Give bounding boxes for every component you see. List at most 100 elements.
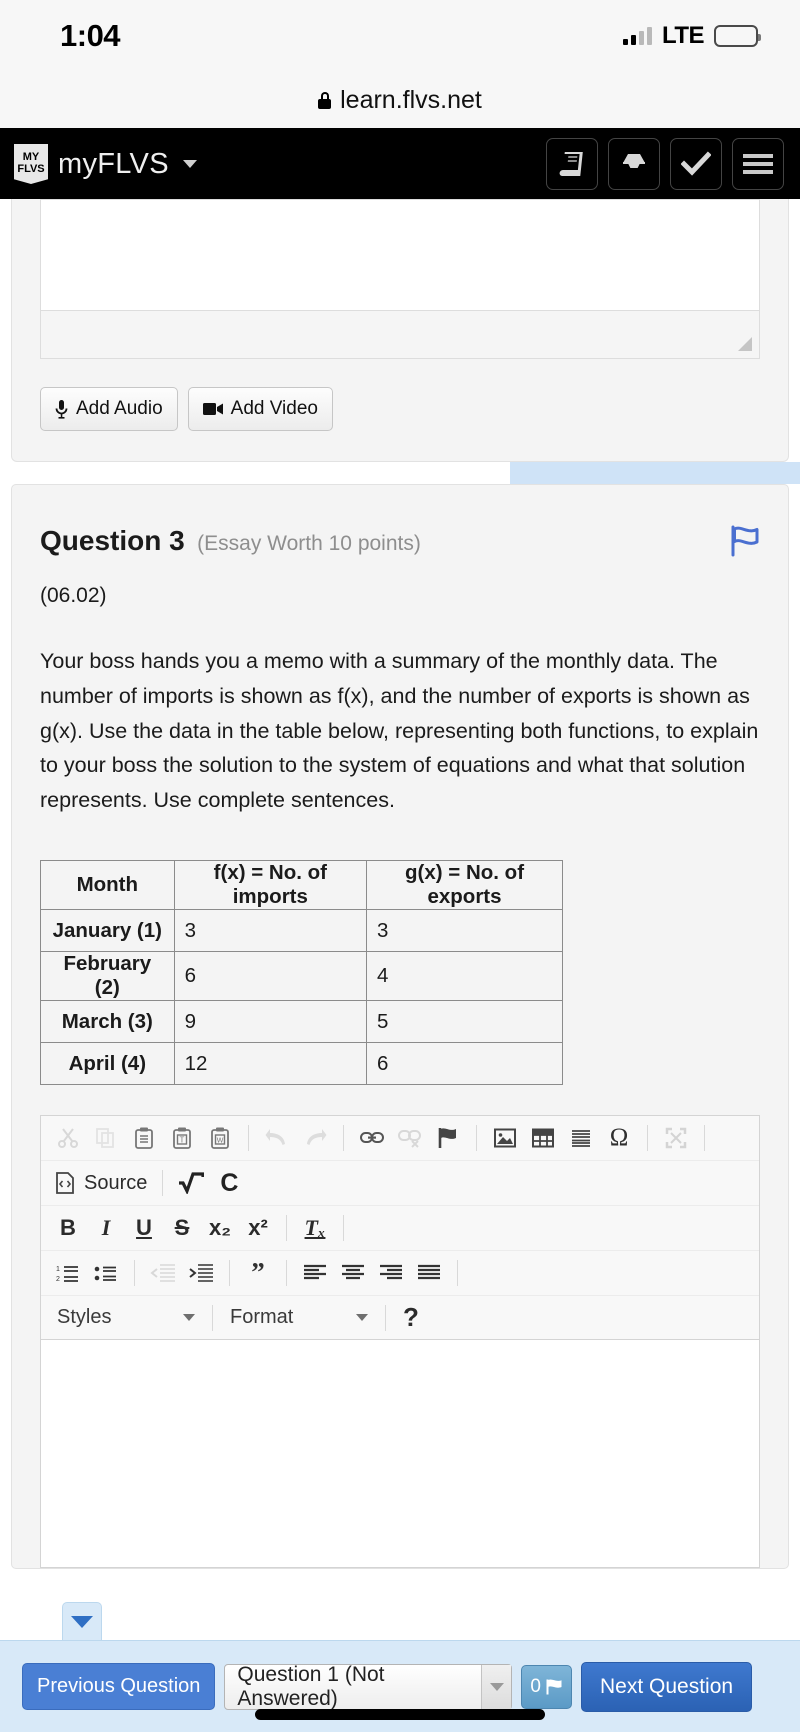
microphone-icon — [55, 399, 68, 419]
remove-format-icon[interactable]: Tₓ — [298, 1212, 332, 1244]
remove-format-label: Tₓ — [304, 1215, 326, 1241]
chemistry-icon[interactable]: C — [212, 1167, 246, 1199]
copy-icon[interactable] — [89, 1122, 123, 1154]
styles-label: Styles — [57, 1306, 112, 1329]
question-card: Question 3 (Essay Worth 10 points) (06.0… — [11, 484, 789, 1570]
table-cell-month: March (3) — [40, 1000, 175, 1044]
signal-bars-icon — [622, 27, 652, 45]
decrease-indent-icon[interactable] — [146, 1257, 180, 1289]
paste-as-plain-text-icon[interactable]: T — [165, 1122, 199, 1154]
question-code: (06.02) — [40, 584, 107, 607]
home-indicator — [255, 1709, 545, 1720]
table-row: January (1) 3 3 — [40, 909, 563, 953]
bold-icon[interactable]: B — [51, 1212, 85, 1244]
add-audio-button[interactable]: Add Audio — [40, 387, 178, 431]
lock-icon — [318, 91, 332, 109]
chevron-down-icon[interactable] — [182, 160, 197, 168]
hamburger-menu-icon[interactable] — [732, 138, 784, 190]
underline-icon[interactable]: U — [127, 1212, 161, 1244]
editor-body[interactable] — [41, 1339, 759, 1568]
check-icon[interactable] — [670, 138, 722, 190]
special-character-icon[interactable]: Ω — [602, 1122, 636, 1154]
table-header-cell: Month — [40, 860, 175, 911]
previous-question-card: Add Audio Add Video — [11, 199, 789, 462]
video-camera-icon — [202, 403, 223, 415]
page-content: Add Audio Add Video Question 3 (Essay Wo… — [0, 199, 800, 1570]
phone-screen: 1:04 LTE learn.flvs.net MY FLVS myFLVS A… — [0, 0, 800, 1732]
link-icon[interactable] — [355, 1122, 389, 1154]
bold-label: B — [60, 1215, 76, 1241]
previous-question-button[interactable]: Previous Question — [22, 1663, 216, 1710]
flag-icon — [546, 1679, 562, 1694]
blockquote-icon[interactable]: ” — [241, 1257, 275, 1289]
subscript-label: x₂ — [208, 1215, 231, 1241]
anchor-flag-icon[interactable] — [431, 1122, 465, 1154]
editor-toolbar-row-4: 12 ” — [41, 1250, 759, 1295]
table-header-cell: f(x) = No. of imports — [173, 860, 368, 911]
chevron-down-icon[interactable] — [481, 1664, 512, 1709]
source-button[interactable]: Source — [51, 1172, 151, 1195]
horizontal-rule-icon[interactable] — [564, 1122, 598, 1154]
increase-indent-icon[interactable] — [184, 1257, 218, 1289]
justify-icon[interactable] — [412, 1257, 446, 1289]
format-dropdown[interactable]: Format — [224, 1306, 374, 1329]
cut-icon[interactable] — [51, 1122, 85, 1154]
editor-toolbar-row-5: Styles Format ? — [41, 1295, 759, 1339]
align-center-icon[interactable] — [336, 1257, 370, 1289]
inbox-icon[interactable] — [608, 138, 660, 190]
table-icon[interactable] — [526, 1122, 560, 1154]
square-root-icon[interactable] — [174, 1167, 208, 1199]
toolbar-separator — [343, 1215, 344, 1242]
subscript-icon[interactable]: x₂ — [203, 1212, 237, 1244]
unlink-icon[interactable] — [393, 1122, 427, 1154]
toolbar-separator — [134, 1260, 135, 1287]
flag-icon[interactable] — [730, 525, 760, 562]
logo-line-2: FLVS — [17, 163, 45, 175]
add-audio-label: Add Audio — [76, 398, 163, 419]
status-indicators: LTE — [622, 22, 761, 50]
numbered-list-icon[interactable]: 12 — [51, 1257, 85, 1289]
data-table: Month f(x) = No. of imports g(x) = No. o… — [40, 860, 563, 1086]
paste-from-word-icon[interactable]: W — [203, 1122, 237, 1154]
previous-answer-wrap — [12, 199, 788, 359]
table-header-row: Month f(x) = No. of imports g(x) = No. o… — [40, 860, 563, 911]
superscript-icon[interactable]: x² — [241, 1212, 275, 1244]
undo-icon[interactable] — [260, 1122, 294, 1154]
previous-answer-textarea[interactable] — [40, 199, 760, 311]
resize-handle-icon[interactable] — [40, 311, 760, 359]
brand-area[interactable]: MY FLVS myFLVS — [14, 144, 197, 184]
image-icon[interactable] — [488, 1122, 522, 1154]
next-question-button[interactable]: Next Question — [581, 1661, 753, 1712]
question-select[interactable]: Question 1 (Not Answered) — [224, 1662, 513, 1710]
collapse-nav-tab[interactable] — [62, 1602, 102, 1640]
chevron-down-icon — [183, 1314, 195, 1322]
flag-count-badge[interactable]: 0 — [521, 1664, 572, 1709]
table-cell-month: February (2) — [40, 951, 175, 1002]
italic-icon[interactable]: I — [89, 1212, 123, 1244]
help-icon[interactable]: ? — [397, 1302, 425, 1333]
myflvs-navbar: MY FLVS myFLVS — [0, 128, 800, 200]
underline-label: U — [136, 1215, 152, 1241]
paste-icon[interactable] — [127, 1122, 161, 1154]
table-row: February (2) 6 4 — [40, 951, 563, 1002]
toolbar-separator — [343, 1125, 344, 1152]
question-select-value: Question 1 (Not Answered) — [237, 1662, 385, 1710]
align-left-icon[interactable] — [298, 1257, 332, 1289]
maximize-icon[interactable] — [659, 1122, 693, 1154]
table-cell-imports: 6 — [173, 951, 368, 1002]
table-cell-exports: 5 — [366, 1000, 563, 1044]
table-cell-imports: 9 — [173, 1000, 368, 1044]
bulleted-list-icon[interactable] — [89, 1257, 123, 1289]
styles-dropdown[interactable]: Styles — [51, 1306, 201, 1329]
sidebar-blue-strip — [510, 462, 800, 484]
toolbar-separator — [162, 1170, 164, 1197]
redo-icon[interactable] — [298, 1122, 332, 1154]
align-right-icon[interactable] — [374, 1257, 408, 1289]
svg-text:W: W — [217, 1138, 224, 1145]
toolbar-separator — [647, 1125, 648, 1152]
strikethrough-icon[interactable]: S — [165, 1212, 199, 1244]
book-icon[interactable] — [546, 138, 598, 190]
add-video-button[interactable]: Add Video — [187, 387, 333, 431]
browser-url-bar[interactable]: learn.flvs.net — [0, 72, 800, 128]
table-cell-exports: 3 — [366, 909, 563, 953]
